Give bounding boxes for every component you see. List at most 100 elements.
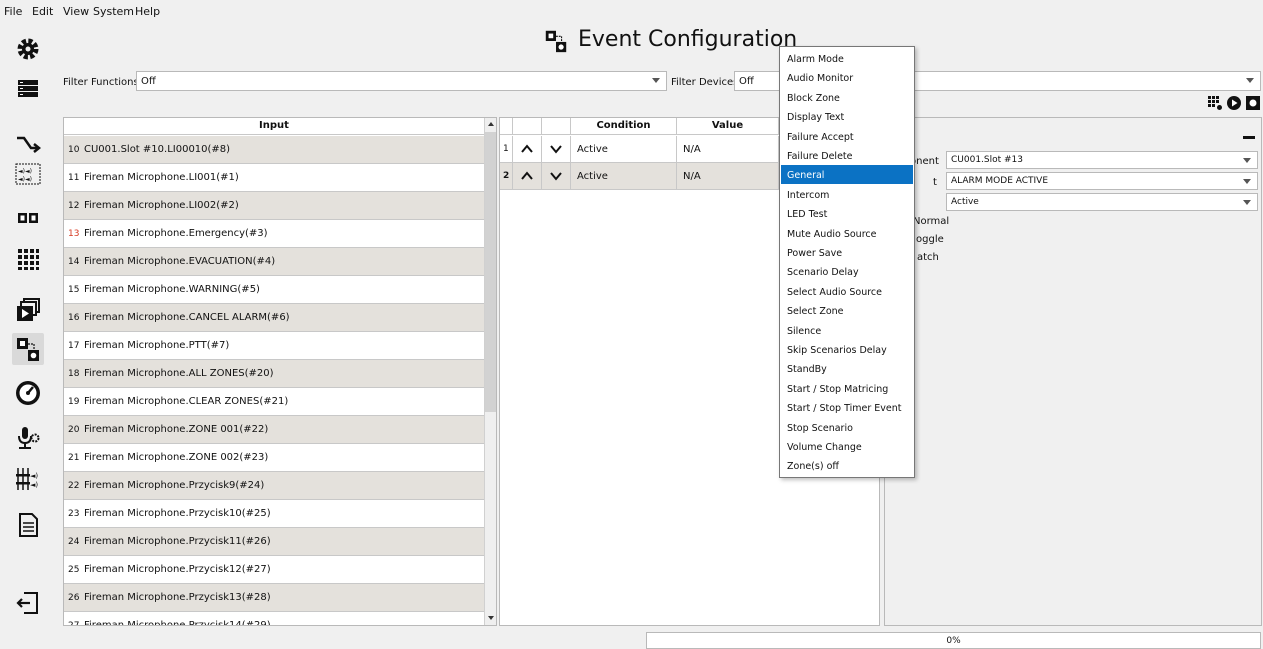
grid-settings-icon[interactable]: [1207, 95, 1223, 111]
menu-file[interactable]: File: [4, 5, 22, 18]
table-row[interactable]: 25 Fireman Microphone.Przycisk12(#27): [64, 556, 484, 584]
dropdown-option[interactable]: Scenario Delay: [781, 262, 913, 281]
table-row[interactable]: 17 Fireman Microphone.PTT(#7): [64, 332, 484, 360]
stop-icon[interactable]: [1245, 95, 1261, 111]
menu-view[interactable]: View: [63, 5, 89, 18]
scroll-down-icon[interactable]: [488, 616, 494, 620]
mixer-icon[interactable]: ◄) ◄): [12, 463, 44, 495]
route-icon[interactable]: [12, 127, 44, 159]
dropdown-option[interactable]: General: [781, 165, 913, 185]
mode-latch-option[interactable]: atch: [917, 252, 939, 263]
move-down-button[interactable]: [542, 163, 571, 189]
table-row[interactable]: 15 Fireman Microphone.WARNING(#5): [64, 276, 484, 304]
dropdown-option[interactable]: Alarm Mode: [781, 49, 913, 68]
menu-help[interactable]: Help: [135, 5, 160, 18]
row-label: Fireman Microphone.CANCEL ALARM(#6): [84, 312, 290, 323]
dropdown-option[interactable]: StandBy: [781, 359, 913, 378]
table-row[interactable]: 19 Fireman Microphone.CLEAR ZONES(#21): [64, 388, 484, 416]
filter-functions-select[interactable]: Off: [136, 71, 667, 91]
move-up-button[interactable]: [513, 163, 542, 189]
scenario-icon[interactable]: [12, 294, 44, 326]
dropdown-option[interactable]: Zone(s) off: [781, 456, 913, 475]
row-label: Fireman Microphone.Przycisk9(#24): [84, 480, 265, 491]
exit-icon[interactable]: [12, 587, 44, 619]
dropdown-option[interactable]: Display Text: [781, 107, 913, 126]
dropdown-option[interactable]: Select Zone: [781, 301, 913, 320]
dropdown-option[interactable]: Block Zone: [781, 88, 913, 107]
dropdown-option[interactable]: LED Test: [781, 204, 913, 223]
dropdown-option[interactable]: Select Audio Source: [781, 282, 913, 301]
move-up-button[interactable]: [513, 136, 542, 162]
row-number: 23: [68, 509, 80, 519]
dropdown-option[interactable]: Intercom: [781, 185, 913, 204]
output-select[interactable]: ALARM MODE ACTIVE: [946, 172, 1258, 190]
condition-header-down: [542, 118, 571, 135]
progress-bar: 0%: [646, 632, 1261, 649]
mode-normal-option[interactable]: Normal: [913, 216, 949, 227]
table-row[interactable]: 13 Fireman Microphone.Emergency(#3): [64, 220, 484, 248]
dropdown-option[interactable]: Audio Monitor: [781, 68, 913, 87]
gear-icon[interactable]: [12, 33, 44, 65]
dropdown-option[interactable]: Stop Scenario: [781, 418, 913, 437]
condition-header-value[interactable]: Value: [677, 118, 779, 135]
mode-toggle-option[interactable]: oggle: [916, 234, 944, 245]
condition-row-number-text: 2: [503, 171, 510, 181]
component-value: CU001.Slot #13: [951, 155, 1024, 165]
component-select[interactable]: CU001.Slot #13: [946, 151, 1258, 169]
table-row[interactable]: 22 Fireman Microphone.Przycisk9(#24): [64, 472, 484, 500]
dropdown-option[interactable]: Volume Change: [781, 437, 913, 456]
table-row[interactable]: 16 Fireman Microphone.CANCEL ALARM(#6): [64, 304, 484, 332]
log-icon[interactable]: [12, 509, 44, 541]
zones-icon[interactable]: ◄)◄) ◄)◄): [12, 158, 44, 190]
condition-cell-text: Active: [577, 144, 608, 155]
table-row[interactable]: 27 Fireman Microphone.Przycisk14(#29): [64, 612, 484, 626]
row-number: 18: [68, 369, 80, 379]
matrix-icon[interactable]: [12, 243, 44, 275]
row-label: Fireman Microphone.Przycisk14(#29): [84, 620, 271, 626]
table-row[interactable]: 24 Fireman Microphone.Przycisk11(#26): [64, 528, 484, 556]
table-row[interactable]: 11 Fireman Microphone.LI001(#1): [64, 164, 484, 192]
svg-text:◄)◄): ◄)◄): [18, 176, 32, 183]
microphone-settings-icon[interactable]: [12, 422, 44, 454]
dropdown-option[interactable]: Power Save: [781, 243, 913, 262]
row-label: Fireman Microphone.Emergency(#3): [84, 228, 268, 239]
table-row[interactable]: 26 Fireman Microphone.Przycisk13(#28): [64, 584, 484, 612]
dropdown-option[interactable]: Start / Stop Matricing: [781, 379, 913, 398]
play-icon[interactable]: [1226, 95, 1242, 111]
row-label: Fireman Microphone.Przycisk13(#28): [84, 592, 271, 603]
table-row[interactable]: 20 Fireman Microphone.ZONE 001(#22): [64, 416, 484, 444]
dropdown-option[interactable]: Skip Scenarios Delay: [781, 340, 913, 359]
condition-header-condition[interactable]: Condition: [571, 118, 677, 135]
dropdown-option[interactable]: Failure Delete: [781, 146, 913, 165]
menu-edit[interactable]: Edit: [32, 5, 53, 18]
input-output-icon[interactable]: [12, 202, 44, 234]
gauge-icon[interactable]: [12, 377, 44, 409]
chevron-down-icon: [1243, 179, 1251, 184]
scroll-up-icon[interactable]: [488, 122, 494, 126]
table-row[interactable]: 14 Fireman Microphone.EVACUATION(#4): [64, 248, 484, 276]
table-row[interactable]: 21 Fireman Microphone.ZONE 002(#23): [64, 444, 484, 472]
row-label: Fireman Microphone.ZONE 001(#22): [84, 424, 269, 435]
event-configuration-icon[interactable]: [12, 333, 44, 365]
dropdown-option[interactable]: Start / Stop Timer Event: [781, 398, 913, 417]
condition-cell[interactable]: Active: [571, 163, 677, 189]
move-down-button[interactable]: [542, 136, 571, 162]
state-select[interactable]: Active: [946, 193, 1258, 211]
table-row[interactable]: 23 Fireman Microphone.Przycisk10(#25): [64, 500, 484, 528]
row-label: Fireman Microphone.PTT(#7): [84, 340, 230, 351]
menu-system[interactable]: System: [93, 5, 134, 18]
input-scrollbar-thumb[interactable]: [485, 132, 496, 412]
table-row[interactable]: 18 Fireman Microphone.ALL ZONES(#20): [64, 360, 484, 388]
dropdown-option[interactable]: Mute Audio Source: [781, 224, 913, 243]
table-row[interactable]: 12 Fireman Microphone.LI002(#2): [64, 192, 484, 220]
condition-cell[interactable]: Active: [571, 136, 677, 162]
dropdown-option[interactable]: Failure Accept: [781, 127, 913, 146]
table-row[interactable]: 10 CU001.Slot #10.LI00010(#8): [64, 136, 484, 164]
collapse-icon[interactable]: [1243, 136, 1255, 139]
input-column-header[interactable]: Input: [64, 118, 484, 135]
value-cell[interactable]: N/A: [677, 136, 779, 162]
server-icon[interactable]: [12, 72, 44, 104]
dropdown-option[interactable]: Silence: [781, 321, 913, 340]
value-cell[interactable]: N/A: [677, 163, 779, 189]
chevron-down-icon: [1246, 78, 1254, 83]
